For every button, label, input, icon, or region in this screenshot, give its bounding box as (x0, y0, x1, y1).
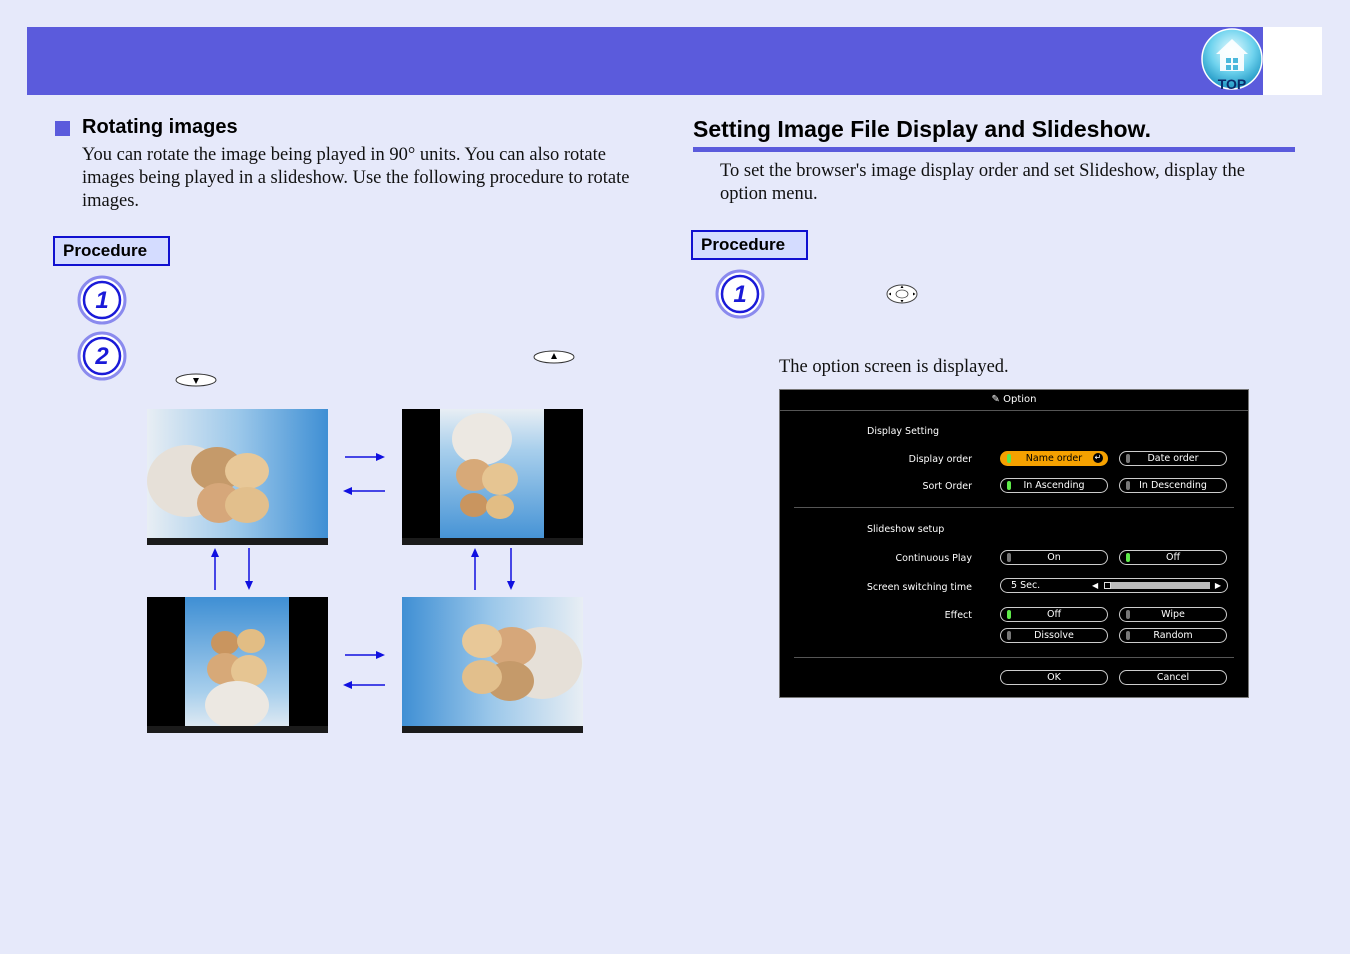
date-order-option[interactable]: Date order (1119, 451, 1227, 466)
slider-left-arrow-icon[interactable]: ◀ (1092, 579, 1098, 592)
display-setting-heading: Display Setting (867, 426, 940, 437)
sort-order-label: Sort Order (922, 481, 973, 492)
continuous-play-label: Continuous Play (895, 553, 973, 564)
down-button-icon (175, 373, 217, 387)
in-descending-option[interactable]: In Descending (1119, 478, 1227, 493)
directional-pad-icon (886, 284, 918, 304)
switching-time-slider[interactable]: 5 Sec. ◀ ▶ (1000, 578, 1228, 593)
effect-off-option[interactable]: Off (1000, 607, 1108, 622)
option-screen: ✎ Option Display Setting Display order N… (779, 389, 1249, 698)
slider-knob[interactable] (1104, 582, 1111, 589)
effect-label: Effect (944, 610, 972, 621)
arrow-down-right (507, 548, 515, 590)
procedure-label-right: Procedure (691, 230, 808, 260)
photo-rotated-90 (147, 409, 328, 545)
arrow-down-left (245, 548, 253, 590)
continuous-off-option[interactable]: Off (1119, 550, 1227, 565)
option-wrench-icon: ✎ (991, 394, 1000, 405)
ok-button[interactable]: OK (1000, 670, 1108, 685)
effect-random-option[interactable]: Random (1119, 628, 1227, 643)
up-button-icon (533, 350, 575, 364)
screen-caption: The option screen is displayed. (779, 357, 1009, 377)
header-band (27, 27, 1263, 95)
arrow-left-top (343, 487, 385, 495)
cancel-button[interactable]: Cancel (1119, 670, 1227, 685)
rotating-paragraph: You can rotate the image being played in… (82, 145, 630, 211)
arrow-left-bottom (343, 681, 385, 689)
procedure-label-left: Procedure (53, 236, 170, 266)
enter-icon: ↵ (1093, 453, 1103, 463)
display-order-label: Display order (908, 454, 972, 465)
photo-rotated-180 (402, 409, 583, 545)
arrow-up-left (211, 548, 219, 590)
top-label: TOP (1218, 76, 1247, 91)
divider (794, 507, 1234, 508)
header-corner (1263, 27, 1322, 95)
divider (794, 657, 1234, 658)
continuous-on-option[interactable]: On (1000, 550, 1108, 565)
slideshow-heading: Setting Image File Display and Slideshow… (693, 116, 1151, 142)
slideshow-setup-heading: Slideshow setup (867, 524, 945, 535)
heading-rule (693, 147, 1295, 152)
photo-original (147, 597, 328, 733)
slideshow-paragraph: To set the browser's image display order… (720, 161, 1245, 204)
name-order-option[interactable]: Name order ↵ (1000, 451, 1108, 466)
switching-time-value: 5 Sec. (1011, 580, 1041, 591)
in-ascending-option[interactable]: In Ascending (1000, 478, 1108, 493)
svg-text:2: 2 (94, 343, 109, 370)
effect-dissolve-option[interactable]: Dissolve (1000, 628, 1108, 643)
slider-right-arrow-icon[interactable]: ▶ (1215, 579, 1221, 592)
arrow-right-bottom (345, 651, 385, 659)
svg-text:1: 1 (95, 287, 108, 314)
svg-text:1: 1 (733, 281, 746, 308)
rotating-heading: Rotating images (82, 116, 238, 138)
step-1-badge-left: 1 (77, 275, 127, 325)
top-button[interactable]: TOP (1200, 27, 1264, 91)
option-titlebar: ✎ Option (780, 390, 1248, 411)
step-2-badge-left: 2 (77, 331, 127, 381)
option-title: Option (1003, 394, 1037, 405)
slider-track (1104, 582, 1210, 589)
section-bullet (55, 121, 70, 136)
step-1-badge-right: 1 (715, 269, 765, 319)
effect-wipe-option[interactable]: Wipe (1119, 607, 1227, 622)
photo-rotated-270 (402, 597, 583, 733)
arrow-up-right (471, 548, 479, 590)
switching-time-label: Screen switching time (866, 582, 972, 593)
